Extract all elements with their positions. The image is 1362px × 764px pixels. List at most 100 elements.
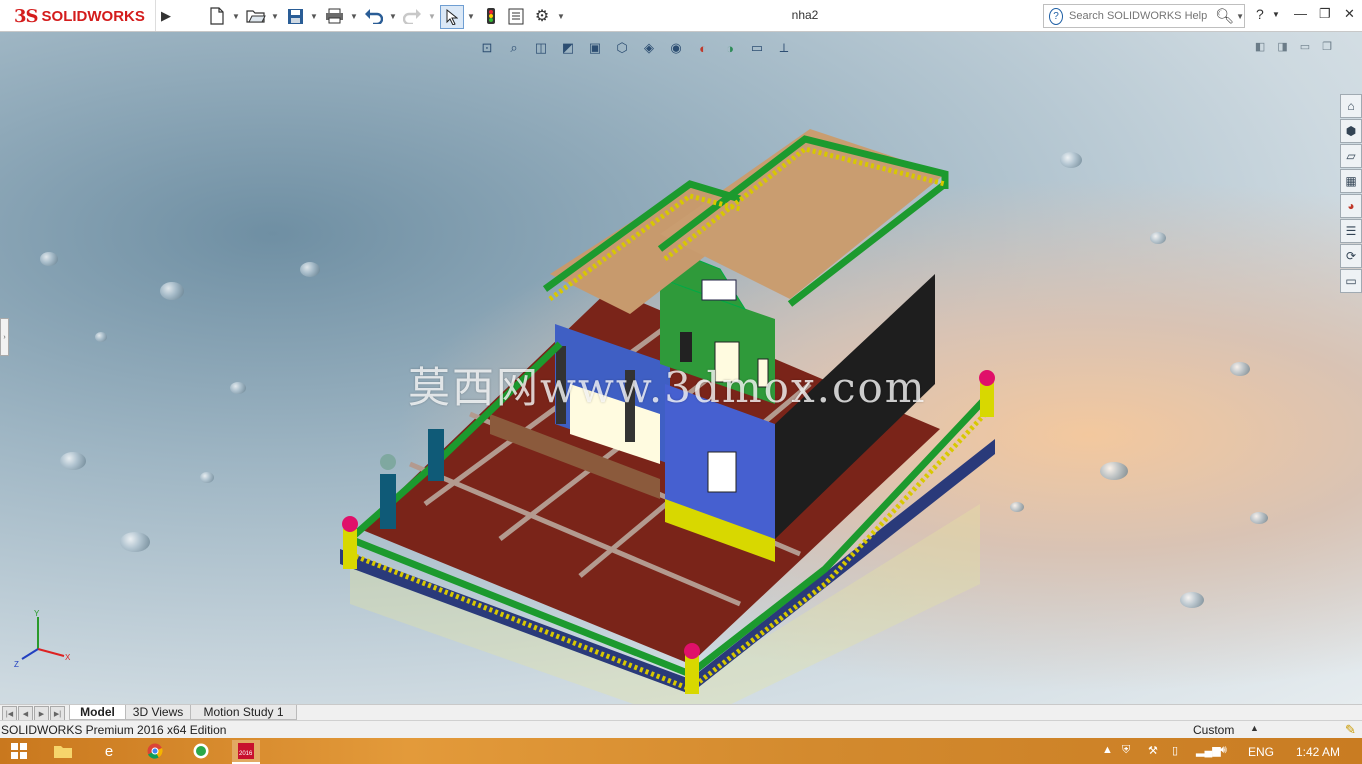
rebuild-status-icon[interactable]: ✎	[1345, 722, 1356, 738]
triad-z-label: Z	[14, 660, 19, 669]
previous-view-icon[interactable]: ◫	[532, 39, 550, 57]
new-dropdown-icon[interactable]: ▼	[232, 5, 240, 27]
display-style-icon[interactable]: ◈	[640, 39, 658, 57]
windows-start-icon[interactable]	[8, 741, 30, 761]
help-dropdown-icon[interactable]: ▼	[1272, 10, 1280, 19]
file-explorer-taskbar-icon[interactable]	[52, 741, 74, 761]
internet-explorer-icon[interactable]: e	[98, 741, 120, 761]
section-view-icon[interactable]: ◩	[559, 39, 577, 57]
save-icon[interactable]	[285, 5, 305, 27]
tray-security-icon[interactable]: ⛨	[1122, 744, 1130, 757]
home-icon[interactable]: ⌂	[1340, 94, 1362, 118]
zoom-to-fit-icon[interactable]: ⊡	[478, 39, 496, 57]
network-signal-icon[interactable]: ▂▄▆	[1196, 744, 1221, 757]
model-tab-bar: |◀ ◀ ▶ ▶| Model 3D Views Motion Study 1	[0, 704, 1362, 721]
search-dropdown-icon[interactable]: ▼	[1236, 12, 1244, 21]
restore-button[interactable]: ❐	[1319, 6, 1331, 22]
previous-tab-icon[interactable]: ◀	[18, 706, 33, 721]
parts-library-icon[interactable]: ⬢	[1340, 119, 1362, 143]
graphics-area[interactable]: ⊡ ⌕ ◫ ◩ ▣ ⬡ ◈ ◉ ◐ ◑ ▭ ⟂ ◧ ◨ ▭ ❐ 莫西网www.3…	[0, 32, 1362, 704]
view-palette-icon[interactable]: ▦	[1340, 169, 1362, 193]
system-clock[interactable]: 1:42 AM	[1296, 745, 1340, 759]
edit-appearance-icon[interactable]: ◐	[694, 39, 712, 57]
help-button[interactable]: ?	[1256, 6, 1264, 22]
background-droplet	[1180, 592, 1204, 608]
print-dropdown-icon[interactable]: ▼	[350, 5, 358, 27]
file-properties-icon[interactable]	[506, 5, 526, 27]
new-document-icon[interactable]	[207, 5, 227, 27]
tab-model[interactable]: Model	[69, 705, 126, 720]
last-tab-icon[interactable]: ▶|	[50, 706, 65, 721]
app-taskbar-icon[interactable]	[190, 741, 212, 761]
reset-triad-icon[interactable]: ⟂	[775, 39, 793, 57]
redo-dropdown-icon[interactable]: ▼	[428, 5, 436, 27]
tray-overflow-icon[interactable]: ▲	[1102, 744, 1113, 756]
file-explorer-icon[interactable]: ▱	[1340, 144, 1362, 168]
background-droplet	[60, 452, 86, 470]
background-droplet	[200, 472, 214, 483]
print-icon[interactable]	[323, 5, 345, 27]
save-dropdown-icon[interactable]: ▼	[310, 5, 318, 27]
search-help-box[interactable]: ? 🔍︎ ▼	[1043, 4, 1245, 28]
solidworks-2016-taskbar-icon[interactable]: 2016	[232, 740, 260, 764]
redo-icon[interactable]	[401, 5, 423, 27]
title-bar: 3S SOLIDWORKS ▶ ▼ ▼ ▼ ▼ ▼ ▼ ▼ ⚙ ▼ nha2 ?…	[0, 0, 1362, 32]
solidworks-forum-icon[interactable]: ⟳	[1340, 244, 1362, 268]
chat-icon[interactable]: ▭	[1340, 269, 1362, 293]
open-folder-icon[interactable]	[245, 5, 267, 27]
view-settings-icon[interactable]: ▭	[748, 39, 766, 57]
solidworks-logo[interactable]: 3S SOLIDWORKS	[14, 4, 145, 28]
background-droplet	[120, 532, 150, 552]
tray-tool-icon[interactable]: ⚒	[1148, 744, 1158, 757]
zoom-to-area-icon[interactable]: ⌕	[505, 39, 523, 57]
viewport-maximize-icon[interactable]: ❐	[1322, 40, 1332, 53]
options-dropdown-icon[interactable]: ▼	[557, 5, 565, 27]
ground-window	[707, 451, 737, 493]
close-button[interactable]: ✕	[1344, 6, 1355, 22]
edition-label: SOLIDWORKS Premium 2016 x64 Edition	[1, 723, 227, 737]
viewport-tile-icon[interactable]: ◨	[1277, 40, 1287, 53]
corner-finial	[684, 643, 700, 659]
background-droplet	[1060, 152, 1082, 168]
undo-icon[interactable]	[362, 5, 384, 27]
dynamic-annotation-icon[interactable]: ▣	[586, 39, 604, 57]
unit-system-up-arrow-icon[interactable]: ▲	[1250, 723, 1259, 733]
logo-text: SOLIDWORKS	[41, 7, 145, 25]
watermark-text: 莫西网www.3dmox.com	[408, 363, 927, 412]
viewport-minimize-icon[interactable]: ▭	[1300, 40, 1310, 53]
select-arrow-icon[interactable]	[440, 5, 464, 29]
feature-manager-expand-handle[interactable]: ›	[0, 318, 9, 356]
hide-show-icon[interactable]: ◉	[667, 39, 685, 57]
corner-post	[343, 529, 357, 569]
next-tab-icon[interactable]: ▶	[34, 706, 49, 721]
search-input[interactable]	[1067, 9, 1212, 23]
background-droplet	[1100, 462, 1128, 480]
tab-motion-study-1[interactable]: Motion Study 1	[190, 705, 297, 720]
apply-scene-icon[interactable]: ◑	[721, 39, 739, 57]
viewport-split-icon[interactable]: ◧	[1255, 40, 1265, 53]
rebuild-traffic-light-icon[interactable]	[481, 5, 501, 27]
view-orientation-icon[interactable]: ⬡	[613, 39, 631, 57]
open-dropdown-icon[interactable]: ▼	[271, 5, 279, 27]
document-title: nha2	[791, 8, 819, 22]
options-gear-icon[interactable]: ⚙	[532, 5, 552, 27]
gate-pillar	[428, 429, 444, 481]
background-droplet	[40, 252, 58, 266]
appearances-icon[interactable]: ◕	[1340, 194, 1362, 218]
custom-properties-icon[interactable]: ☰	[1340, 219, 1362, 243]
svg-text:2016: 2016	[239, 751, 253, 757]
select-dropdown-icon[interactable]: ▼	[467, 5, 475, 27]
corner-finial	[979, 370, 995, 386]
undo-dropdown-icon[interactable]: ▼	[389, 5, 397, 27]
input-language[interactable]: ENG	[1248, 745, 1274, 759]
heads-up-view-toolbar: ⊡ ⌕ ◫ ◩ ▣ ⬡ ◈ ◉ ◐ ◑ ▭ ⟂	[478, 38, 793, 58]
tray-device-icon[interactable]: ▯	[1172, 744, 1178, 757]
tab-3d-views[interactable]: 3D Views	[125, 705, 191, 720]
chrome-icon[interactable]	[144, 741, 166, 761]
search-icon[interactable]: 🔍︎	[1215, 7, 1234, 25]
volume-icon[interactable]: 🔊︎	[1220, 744, 1227, 757]
menu-expand-arrow-icon[interactable]: ▶	[155, 0, 176, 31]
minimize-button[interactable]: —	[1294, 6, 1307, 21]
first-tab-icon[interactable]: |◀	[2, 706, 17, 721]
unit-system-label[interactable]: Custom	[1193, 723, 1234, 737]
